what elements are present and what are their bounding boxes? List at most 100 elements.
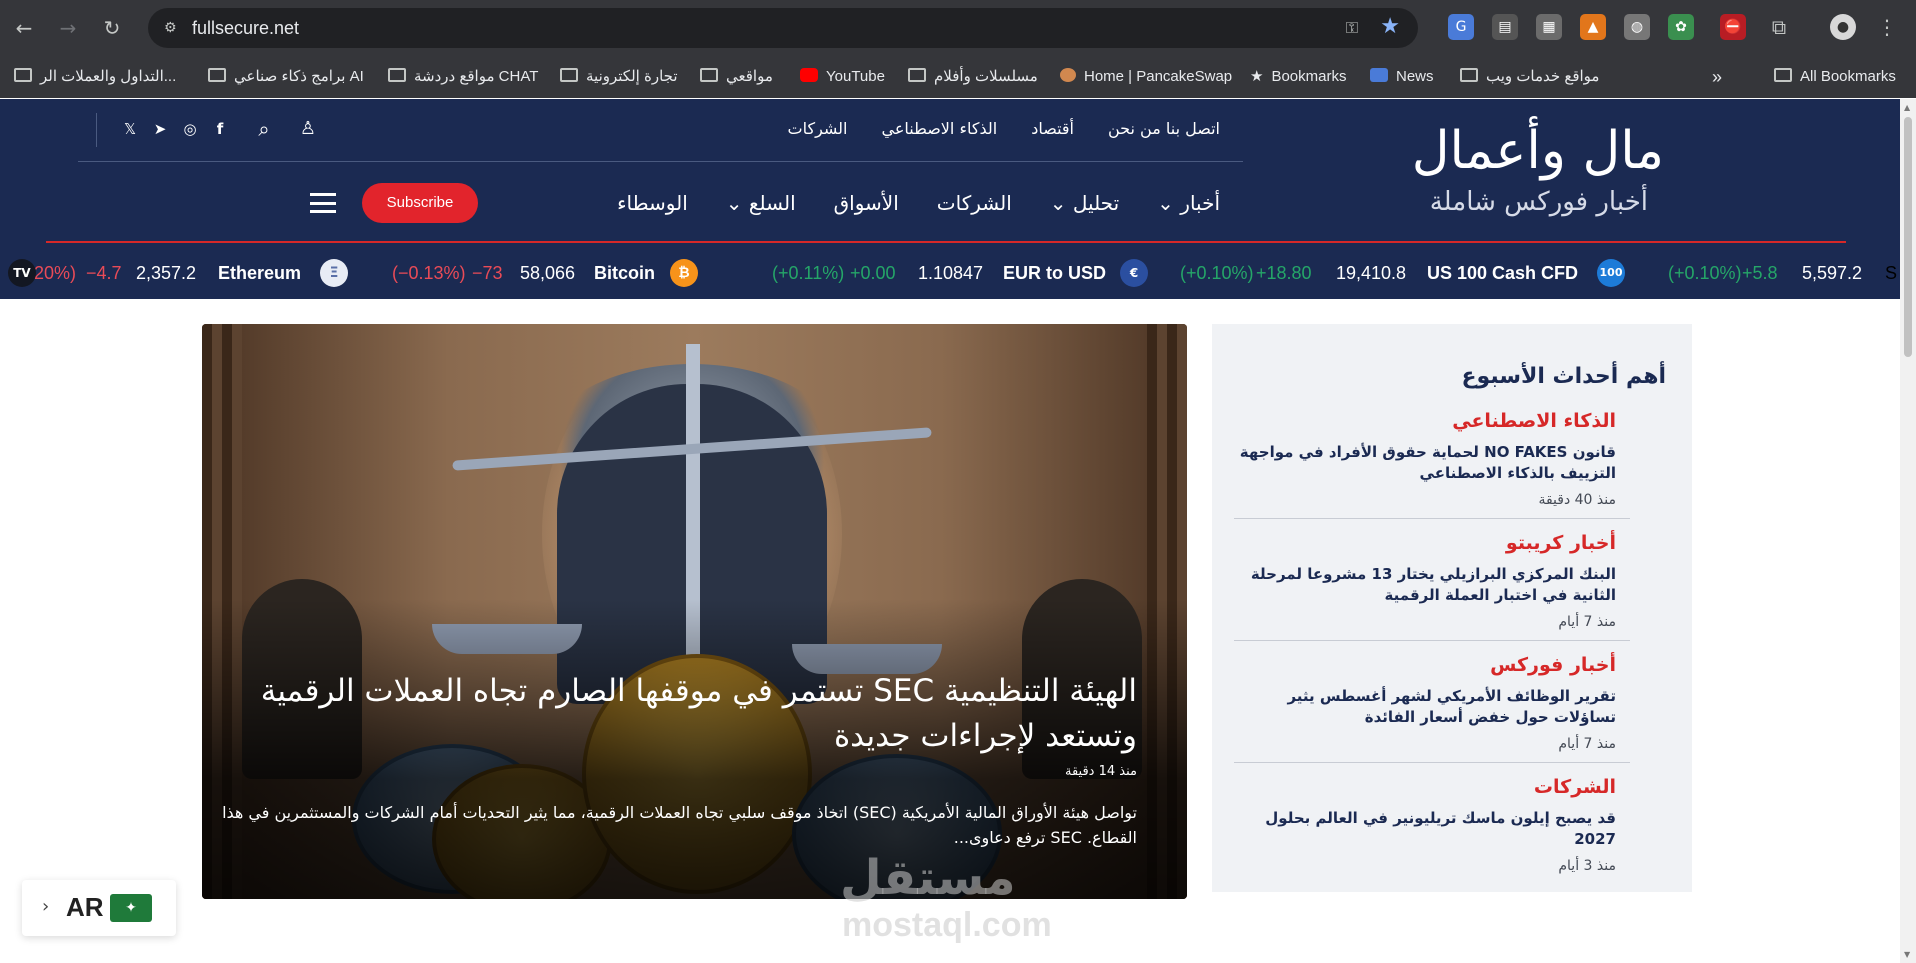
ticker-name-us100[interactable]: US 100 Cash CFD (1427, 260, 1578, 286)
hero-title[interactable]: الهيئة التنظيمية SEC تستمر في موقفها الص… (257, 669, 1137, 759)
top-link-companies[interactable]: الشركات (788, 119, 848, 143)
forward-icon[interactable]: → (52, 12, 84, 44)
page-scrollbar[interactable]: ▲ ▼ (1900, 99, 1916, 963)
bookmark-youtube[interactable]: YouTube (800, 66, 885, 88)
ticker-value-bitcoin: 58,066 (520, 263, 576, 283)
bookmark-news[interactable]: News (1370, 66, 1434, 88)
bookmark-folder-chat[interactable]: مواقع دردشة CHAT (388, 66, 538, 88)
top-link-ai[interactable]: الذكاء الاصطناعي (882, 119, 998, 143)
sidebar-item-category[interactable]: أخبار كريبتو (1236, 532, 1616, 554)
sidebar-item[interactable]: الذكاء الاصطناعي قانون NO FAKES لحماية ح… (1236, 410, 1616, 508)
ticker-change-eurusd: +0.00 (850, 263, 896, 283)
site-header: مال وأعمال أخبار فوركس شاملة الشركات الذ… (0, 99, 1900, 299)
price-ticker: S 5,597.2 +5.8 (+0.10%) 100 US 100 Cash … (0, 247, 1900, 299)
sidebar-item-category[interactable]: الذكاء الاصطناعي (1236, 410, 1616, 432)
sidebar-item-headline[interactable]: قانون NO FAKES لحماية حقوق الأفراد في مو… (1236, 442, 1616, 484)
sidebar-item-category[interactable]: أخبار فوركس (1236, 654, 1616, 676)
sidebar-item[interactable]: الشركات قد يصبح إيلون ماسك تريليونير في … (1236, 776, 1616, 874)
globe-extension-icon[interactable]: ◍ (1624, 14, 1650, 40)
bookmark-all-bookmarks[interactable]: All Bookmarks (1774, 66, 1896, 88)
ticker-name-sp[interactable]: S (1885, 260, 1897, 286)
watermark-arabic: مستقل (840, 850, 1016, 906)
sidebar-item-headline[interactable]: قد يصبح إيلون ماسك تريليونير في العالم ب… (1236, 808, 1616, 850)
ticker-value-eurusd: 1.10847 (918, 263, 984, 283)
sidebar-item-timestamp: منذ 3 أيام (1558, 858, 1616, 874)
bookmark-folder-web-services[interactable]: مواقع خدمات ويب (1460, 66, 1599, 88)
bookmark-star-icon[interactable]: ★ (1380, 14, 1400, 39)
password-key-icon[interactable]: ⚿ (1346, 18, 1358, 38)
reload-icon[interactable]: ↻ (96, 12, 128, 44)
folder-icon (388, 68, 406, 82)
nav-news[interactable]: أخبار ⌄ (1157, 191, 1220, 215)
site-settings-icon[interactable]: ⚙ (164, 18, 184, 38)
telegram-icon[interactable]: ➤ (150, 119, 170, 139)
nav-commodities[interactable]: السلع ⌄ (726, 191, 796, 215)
sidebar-divider (1234, 640, 1630, 641)
bookmark-folder-series[interactable]: مسلسلات وأفلام (908, 66, 1038, 88)
us100-icon: 100 (1597, 259, 1625, 287)
nav-markets[interactable]: الأسواق (834, 191, 899, 215)
color-wheel-extension-icon[interactable]: ✿ (1668, 14, 1694, 40)
ticker-change-us100: +18.80 (1256, 263, 1312, 283)
ticker-name-eurusd[interactable]: EUR to USD (1003, 260, 1106, 286)
language-switcher[interactable]: › AR ✦ (22, 880, 176, 936)
bookmark-folder-my-sites[interactable]: مواقعي (700, 66, 773, 88)
url-text[interactable]: fullsecure.net (192, 8, 299, 48)
youtube-icon (800, 68, 818, 82)
extensions-puzzle-icon[interactable]: ⧉ (1766, 14, 1792, 40)
ticker-change-sp: +5.8 (1742, 263, 1778, 283)
accent-divider (46, 241, 1846, 243)
bookmarks-overflow-icon[interactable]: » (1712, 66, 1722, 88)
scroll-down-arrow-icon[interactable]: ▼ (1904, 950, 1910, 959)
ticker-value-ethereum: 2,357.2 (136, 263, 197, 283)
top-link-contact-about[interactable]: اتصل بنا من نحن (1108, 119, 1220, 143)
tradingview-logo-icon[interactable]: TV (8, 259, 36, 287)
menu-kebab-icon[interactable]: ⋮ (1874, 14, 1900, 40)
bookmark-folder-ai[interactable]: برامج ذكاء صناعي AI (208, 66, 364, 88)
copy-extension-icon[interactable]: ▤ (1492, 14, 1518, 40)
subscribe-button[interactable]: Subscribe (362, 183, 478, 223)
folder-icon (1774, 68, 1792, 82)
hero-article[interactable]: الهيئة التنظيمية SEC تستمر في موقفها الص… (202, 324, 1187, 899)
translate-extension-icon[interactable]: G (1448, 14, 1474, 40)
instagram-icon[interactable]: ◎ (180, 119, 200, 139)
ticker-change-ethereum: −4.7 (86, 263, 122, 283)
facebook-icon[interactable]: f (210, 119, 230, 139)
ticker-name-ethereum[interactable]: Ethereum (218, 260, 301, 286)
address-bar[interactable]: ⚙ fullsecure.net ⚿ ★ (148, 8, 1418, 48)
sidebar-item-timestamp: منذ 7 أيام (1558, 614, 1616, 630)
bookmark-folder-ecommerce[interactable]: تجارة إلكترونية (560, 66, 678, 88)
sidebar-item[interactable]: أخبار كريبتو البنك المركزي البرازيلي يخت… (1236, 532, 1616, 630)
nav-brokers[interactable]: الوسطاء (617, 191, 688, 215)
sidebar-item-headline[interactable]: البنك المركزي البرازيلي يختار 13 مشروعا … (1236, 564, 1616, 606)
metamask-fox-icon[interactable]: ▲ (1580, 14, 1606, 40)
ad-block-extension-icon[interactable]: ⛔ (1720, 14, 1746, 40)
language-code: AR (66, 892, 104, 922)
sidebar-item-headline[interactable]: تقرير الوظائف الأمريكي لشهر أغسطس يثير ت… (1236, 686, 1616, 728)
ticker-name-bitcoin[interactable]: Bitcoin (594, 260, 655, 286)
header-divider (96, 113, 97, 147)
profile-avatar[interactable]: ● (1830, 14, 1856, 40)
search-icon[interactable]: ⌕ (254, 119, 274, 139)
star-icon: ★ (1250, 68, 1264, 85)
sidebar-item-category[interactable]: الشركات (1236, 776, 1616, 798)
bookmark-folder-trading[interactable]: التداول والعملات الر... (14, 66, 176, 88)
printer-extension-icon[interactable]: ▦ (1536, 14, 1562, 40)
back-icon[interactable]: ← (8, 12, 40, 44)
site-logo-title[interactable]: مال وأعمال (1412, 121, 1664, 181)
browser-chrome: ← → ↻ ⚙ fullsecure.net ⚿ ★ G ▤ ▦ ▲ ◍ ✿ ⛔… (0, 0, 1916, 98)
nav-analysis[interactable]: تحليل ⌄ (1050, 191, 1119, 215)
folder-icon (208, 68, 226, 82)
scrollbar-thumb[interactable] (1904, 117, 1912, 357)
x-twitter-icon[interactable]: 𝕏 (120, 119, 140, 139)
user-account-icon[interactable]: ♙ (298, 119, 318, 139)
bookmark-pancakeswap[interactable]: Home | PancakeSwap (1060, 66, 1232, 88)
top-link-economy[interactable]: أقتصاد (1031, 119, 1074, 143)
bookmark-bookmarks[interactable]: ★ Bookmarks (1250, 66, 1346, 88)
scroll-up-arrow-icon[interactable]: ▲ (1904, 103, 1910, 112)
nav-companies[interactable]: الشركات (937, 191, 1012, 215)
sidebar-item[interactable]: أخبار فوركس تقرير الوظائف الأمريكي لشهر … (1236, 654, 1616, 752)
sidebar-title: أهم أحداث الأسبوع (1461, 364, 1666, 389)
ticker-value-us100: 19,410.8 (1336, 263, 1407, 283)
hamburger-menu-icon[interactable] (310, 193, 336, 213)
